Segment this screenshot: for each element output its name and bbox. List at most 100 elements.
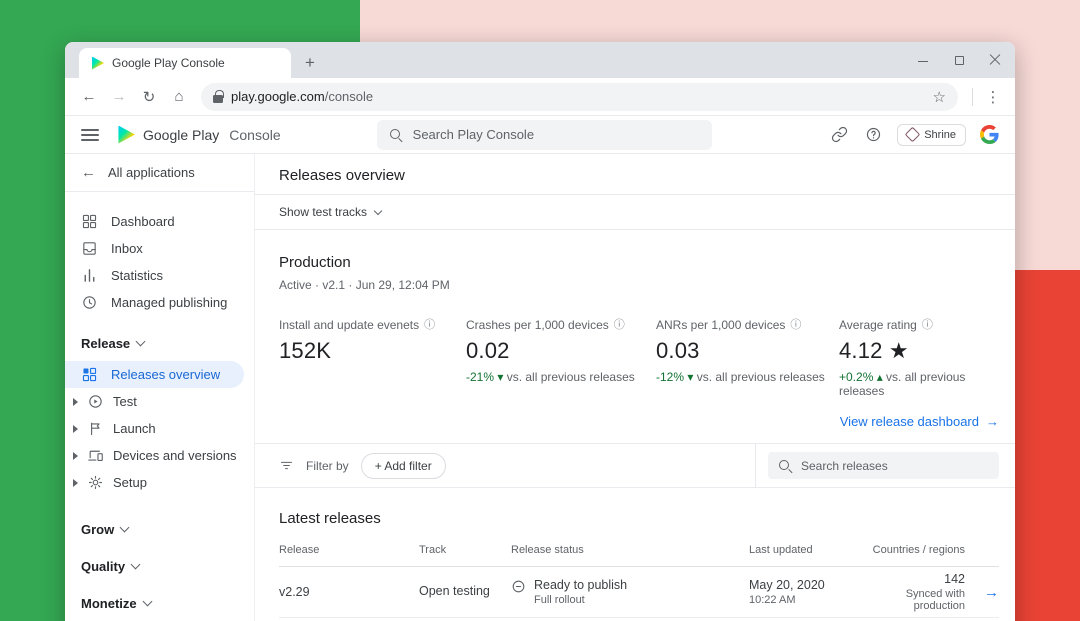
play-console-favicon <box>92 56 104 70</box>
sidebar-item-label: Test <box>113 394 137 409</box>
sidebar-item-label: Devices and versions <box>113 448 237 463</box>
sidebar-item-label: Inbox <box>111 241 143 256</box>
google-account-icon[interactable] <box>980 125 999 144</box>
browser-menu-icon[interactable]: ⋮ <box>981 85 1005 109</box>
help-icon[interactable] <box>863 125 883 145</box>
metric-value: 152K <box>279 338 332 363</box>
url-text: play.google.com/console <box>231 89 925 104</box>
browser-tab[interactable]: Google Play Console <box>79 48 291 78</box>
sidebar-nav: Dashboard Inbox Statistics Managed publi… <box>65 208 254 316</box>
sidebar-item-launch[interactable]: Launch <box>65 415 254 442</box>
hamburger-menu-icon[interactable] <box>81 128 99 141</box>
search-releases-input[interactable]: Search releases <box>768 452 999 479</box>
chevron-down-icon <box>142 596 153 607</box>
table-row[interactable]: v2.29 Open testing Ready to publish Full … <box>279 567 999 618</box>
production-title: Production <box>279 254 351 271</box>
chevron-down-icon <box>119 522 130 533</box>
url-path: /console <box>324 89 374 104</box>
show-test-tracks-label: Show test tracks <box>279 205 368 219</box>
sidebar-item-devices-and-versions[interactable]: Devices and versions <box>65 442 254 469</box>
metric-label: ANRs per 1,000 devices <box>656 318 786 332</box>
sidebar-item-dashboard[interactable]: Dashboard <box>65 208 254 235</box>
url-field[interactable]: play.google.com/console ☆ <box>201 82 958 111</box>
back-icon[interactable]: ← <box>75 83 103 111</box>
console-search-input[interactable]: Search Play Console <box>376 119 712 150</box>
col-track: Track <box>419 543 447 556</box>
open-release-arrow[interactable]: → <box>965 584 999 601</box>
metric-label: Crashes per 1,000 devices <box>466 318 609 332</box>
sidebar: ← All applications Dashboard Inbox Stati… <box>65 154 255 621</box>
filter-by-label: Filter by <box>306 458 349 473</box>
brand-google-play: Google Play <box>143 126 220 143</box>
sidebar-item-all-applications[interactable]: ← All applications <box>65 154 254 192</box>
statistics-icon <box>84 269 95 282</box>
metric-label: Average rating <box>839 318 917 332</box>
info-icon[interactable]: ⓘ <box>922 319 933 331</box>
forward-icon[interactable]: → <box>105 83 133 111</box>
play-console-header: Google Play Console Search Play Console … <box>65 116 1015 154</box>
chevron-down-icon <box>135 336 146 347</box>
sidebar-item-inbox[interactable]: Inbox <box>65 235 254 262</box>
bookmark-star-icon[interactable]: ☆ <box>933 88 946 106</box>
col-actions <box>965 550 999 558</box>
rollout-text: Full rollout <box>534 594 585 606</box>
close-button[interactable] <box>989 54 1001 66</box>
metric-label: Install and update evenets <box>279 318 420 332</box>
metric-value: 0.03 <box>656 338 700 363</box>
brand-console: Console <box>229 126 281 143</box>
sidebar-section-release[interactable]: Release <box>81 336 238 351</box>
add-filter-button[interactable]: + Add filter <box>360 452 446 479</box>
view-release-dashboard-link[interactable]: View release dashboard → <box>840 414 999 429</box>
tab-title: Google Play Console <box>112 56 225 70</box>
sidebar-item-label: Dashboard <box>111 214 175 229</box>
sidebar-section-quality[interactable]: Quality <box>81 559 238 574</box>
filter-bar: Filter by + Add filter Search releases <box>255 443 1015 488</box>
col-updated: Last updated <box>749 543 813 556</box>
link-icon[interactable] <box>829 125 849 145</box>
refresh-icon[interactable]: ↻ <box>135 83 163 111</box>
minimize-button[interactable] <box>917 54 929 66</box>
app-body: ← All applications Dashboard Inbox Stati… <box>65 154 1015 621</box>
sidebar-item-setup[interactable]: Setup <box>65 469 254 496</box>
sidebar-item-test[interactable]: Test <box>65 388 254 415</box>
browser-window: Google Play Console + ← → ↻ ⌂ play.googl… <box>65 42 1015 621</box>
home-icon[interactable]: ⌂ <box>165 83 193 111</box>
sidebar-item-managed-publishing[interactable]: Managed publishing <box>65 289 254 316</box>
metric-crashes: Crashes per 1,000 devices ⓘ 0.02 -21% ▾ v… <box>466 318 656 398</box>
latest-releases-title: Latest releases <box>279 510 381 527</box>
col-status: Release status <box>511 543 584 556</box>
current-app-switcher[interactable]: Shrine <box>897 123 966 146</box>
metric-value: 4.12 ★ <box>839 338 909 363</box>
metric-delta: -21% ▾ <box>466 370 504 384</box>
search-icon <box>389 128 403 142</box>
info-icon[interactable]: ⓘ <box>424 319 435 331</box>
arrow-right-icon: → <box>986 414 999 429</box>
browser-address-bar: ← → ↻ ⌂ play.google.com/console ☆ ⋮ <box>65 78 1015 116</box>
devices-icon <box>88 450 103 462</box>
track-name: Open testing <box>419 584 490 598</box>
sidebar-section-grow[interactable]: Grow <box>81 522 238 537</box>
show-test-tracks-toggle[interactable]: Show test tracks <box>279 195 999 229</box>
expander-icon <box>73 478 78 487</box>
sidebar-section-monetize[interactable]: Monetize <box>81 596 238 611</box>
browser-tab-strip: Google Play Console + <box>65 42 1015 78</box>
setup-gear-icon <box>88 475 103 490</box>
maximize-button[interactable] <box>953 54 965 66</box>
info-icon[interactable]: ⓘ <box>790 319 801 331</box>
countries-count: 142 <box>944 572 965 586</box>
play-console-logo[interactable]: Google Play Console <box>117 125 281 144</box>
header-actions: Shrine <box>829 123 999 146</box>
release-version: v2.29 <box>279 585 310 599</box>
sidebar-item-statistics[interactable]: Statistics <box>65 262 254 289</box>
metrics-row: Install and update evenets ⓘ 152K Crashes… <box>279 318 999 398</box>
dashboard-link-row: View release dashboard → <box>279 414 999 443</box>
new-tab-button[interactable]: + <box>297 50 323 76</box>
expander-icon <box>73 424 78 433</box>
info-icon[interactable]: ⓘ <box>614 319 625 331</box>
chevron-down-icon <box>130 559 141 570</box>
current-app-name: Shrine <box>924 128 956 141</box>
inbox-icon <box>83 242 96 255</box>
sidebar-item-releases-overview[interactable]: Releases overview <box>65 361 244 388</box>
window-controls <box>917 42 1001 78</box>
sidebar-item-label: Releases overview <box>111 367 221 382</box>
